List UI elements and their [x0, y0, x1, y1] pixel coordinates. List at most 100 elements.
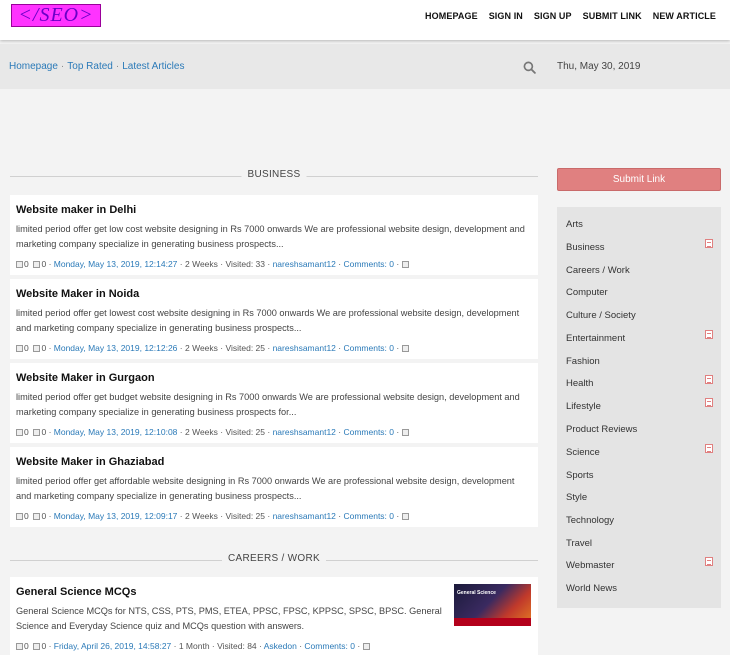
- vote-up-count: 0: [24, 343, 29, 353]
- rss-icon[interactable]: [705, 398, 713, 407]
- category-link-travel[interactable]: Travel: [566, 538, 592, 549]
- article-excerpt: limited period offer get lowest cost web…: [16, 308, 520, 333]
- rss-icon[interactable]: [705, 239, 713, 248]
- article-visits: Visited: 33: [225, 259, 266, 269]
- vote-down-count: 0: [41, 641, 47, 651]
- article-comments[interactable]: Comments: 0: [343, 343, 394, 353]
- article-visits: Visited: 25: [225, 427, 266, 437]
- category-link-lifestyle[interactable]: Lifestyle: [566, 401, 601, 412]
- nav-new-article-link[interactable]: NEW ARTICLE: [653, 11, 716, 21]
- vote-down-icon[interactable]: [33, 345, 41, 352]
- thumbnail-strip: [454, 618, 531, 626]
- vote-down-count: 0: [41, 511, 47, 521]
- vote-up-icon[interactable]: [16, 643, 23, 650]
- vote-up-count: 0: [24, 259, 29, 269]
- search-icon[interactable]: [523, 61, 536, 74]
- category-link-entertainment[interactable]: Entertainment: [566, 333, 625, 344]
- vote-down-count: 0: [41, 259, 47, 269]
- article-title[interactable]: Website Maker in Ghaziabad: [16, 456, 164, 468]
- category-link-fashion[interactable]: Fashion: [566, 356, 600, 367]
- article-age: 2 Weeks: [184, 343, 218, 353]
- category-link-culture-society[interactable]: Culture / Society: [566, 310, 636, 321]
- category-link-health[interactable]: Health: [566, 378, 593, 389]
- category-link-arts[interactable]: Arts: [566, 219, 583, 230]
- article-comments[interactable]: Comments: 0: [343, 511, 394, 521]
- category-link-product-reviews[interactable]: Product Reviews: [566, 424, 637, 435]
- article-comments[interactable]: Comments: 0: [304, 641, 355, 651]
- article-comments[interactable]: Comments: 0: [343, 259, 394, 269]
- article-meta: 0 0 · Monday, May 13, 2019, 12:14:27 · 2…: [16, 259, 410, 269]
- nav-submit-link[interactable]: SUBMIT LINK: [583, 11, 642, 21]
- report-icon[interactable]: [362, 643, 370, 650]
- article-author[interactable]: nareshsamant12: [273, 343, 336, 353]
- article-author[interactable]: nareshsamant12: [273, 511, 336, 521]
- article-card: Website Maker in Noida limited period of…: [10, 279, 538, 359]
- category-list: Arts Business Careers / Work Computer Cu…: [557, 207, 721, 608]
- sub-header-bar: Homepage · Top Rated · Latest Articles Thu, …: [0, 44, 730, 89]
- category-link-business[interactable]: Business: [566, 242, 605, 253]
- vote-down-icon[interactable]: [33, 513, 41, 520]
- vote-up-icon[interactable]: [16, 261, 23, 268]
- article-visits: Visited: 25: [225, 343, 266, 353]
- vote-down-icon[interactable]: [33, 429, 41, 436]
- section-title[interactable]: BUSINESS: [241, 169, 307, 180]
- article-meta: 0 0 · Friday, April 26, 2019, 14:58:27 ·…: [16, 641, 371, 651]
- article-visits: Visited: 25: [225, 511, 266, 521]
- submit-link-button[interactable]: Submit Link: [557, 168, 721, 191]
- current-date: Thu, May 30, 2019: [557, 61, 641, 72]
- vote-up-icon[interactable]: [16, 513, 23, 520]
- article-thumbnail[interactable]: General Science: [454, 584, 531, 626]
- nav-sign-up-link[interactable]: SIGN UP: [534, 11, 572, 21]
- vote-down-icon[interactable]: [33, 261, 41, 268]
- section-heading-careers-work: CAREERS / WORK: [10, 553, 538, 567]
- article-author[interactable]: nareshsamant12: [273, 259, 336, 269]
- vote-up-icon[interactable]: [16, 345, 23, 352]
- section-title[interactable]: CAREERS / WORK: [222, 553, 326, 564]
- rss-icon[interactable]: [705, 444, 713, 453]
- category-link-careers-work[interactable]: Careers / Work: [566, 265, 630, 276]
- article-date[interactable]: Monday, May 13, 2019, 12:09:17: [54, 511, 178, 521]
- report-icon[interactable]: [401, 429, 409, 436]
- article-age: 2 Weeks: [184, 511, 218, 521]
- vote-up-count: 0: [24, 641, 29, 651]
- breadcrumb-separator: ·: [60, 61, 65, 72]
- article-date[interactable]: Monday, May 13, 2019, 12:12:26: [54, 343, 178, 353]
- vote-down-count: 0: [41, 427, 47, 437]
- breadcrumb-latest-articles[interactable]: Latest Articles: [122, 61, 184, 72]
- vote-down-icon[interactable]: [33, 643, 41, 650]
- article-excerpt: limited period offer get affordable webs…: [16, 476, 515, 501]
- category-link-sports[interactable]: Sports: [566, 470, 593, 481]
- vote-up-icon[interactable]: [16, 429, 23, 436]
- report-icon[interactable]: [401, 261, 409, 268]
- article-title[interactable]: Website Maker in Noida: [16, 288, 139, 300]
- article-author[interactable]: nareshsamant12: [273, 427, 336, 437]
- article-card: Website maker in Delhi limited period of…: [10, 195, 538, 275]
- rss-icon[interactable]: [705, 375, 713, 384]
- category-link-science[interactable]: Science: [566, 447, 600, 458]
- nav-homepage-link[interactable]: HOMEPAGE: [425, 11, 478, 21]
- category-link-style[interactable]: Style: [566, 492, 587, 503]
- breadcrumb-top-rated[interactable]: Top Rated: [67, 61, 113, 72]
- article-date[interactable]: Monday, May 13, 2019, 12:10:08: [54, 427, 178, 437]
- article-date[interactable]: Friday, April 26, 2019, 14:58:27: [54, 641, 172, 651]
- nav-sign-in-link[interactable]: SIGN IN: [489, 11, 523, 21]
- article-card: Website Maker in Ghaziabad limited perio…: [10, 447, 538, 527]
- article-title[interactable]: Website maker in Delhi: [16, 204, 136, 216]
- article-card: General Science MCQs General Science MCQ…: [10, 577, 538, 655]
- article-date[interactable]: Monday, May 13, 2019, 12:14:27: [54, 259, 178, 269]
- site-logo[interactable]: </SEO>: [11, 4, 101, 27]
- category-link-computer[interactable]: Computer: [566, 287, 608, 298]
- article-excerpt: limited period offer get low cost websit…: [16, 224, 525, 249]
- rss-icon[interactable]: [705, 330, 713, 339]
- report-icon[interactable]: [401, 513, 409, 520]
- article-title[interactable]: General Science MCQs: [16, 586, 136, 598]
- category-link-technology[interactable]: Technology: [566, 515, 614, 526]
- category-link-world-news[interactable]: World News: [566, 583, 617, 594]
- breadcrumb-homepage[interactable]: Homepage: [9, 61, 58, 72]
- report-icon[interactable]: [401, 345, 409, 352]
- rss-icon[interactable]: [705, 557, 713, 566]
- article-comments[interactable]: Comments: 0: [343, 427, 394, 437]
- article-title[interactable]: Website Maker in Gurgaon: [16, 372, 155, 384]
- article-author[interactable]: Askedon: [264, 641, 297, 651]
- category-link-webmaster[interactable]: Webmaster: [566, 560, 614, 571]
